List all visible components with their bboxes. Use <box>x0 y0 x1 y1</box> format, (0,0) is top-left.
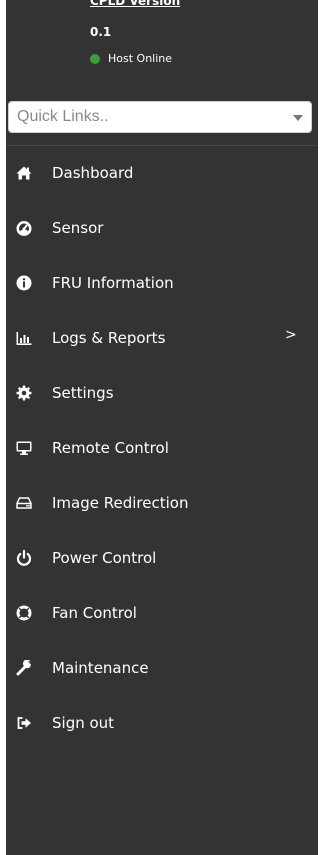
nav-item-fan-control[interactable]: Fan Control <box>6 585 318 640</box>
home-icon <box>16 165 32 181</box>
quick-links-placeholder: Quick Links.. <box>17 108 109 125</box>
nav-label: Logs & Reports <box>52 328 166 347</box>
drive-icon <box>16 495 32 511</box>
nav-item-fru-information[interactable]: FRU Information <box>6 255 318 310</box>
lifebuoy-icon <box>16 605 32 621</box>
caret-down-icon <box>293 115 303 121</box>
info-icon <box>16 275 32 291</box>
nav-item-dashboard[interactable]: Dashboard <box>6 145 318 200</box>
nav-item-settings[interactable]: Settings <box>6 365 318 420</box>
gauge-icon <box>16 220 32 236</box>
host-status-label: Host Online <box>108 52 173 65</box>
nav-label: Remote Control <box>52 438 169 457</box>
nav-item-remote-control[interactable]: Remote Control <box>6 420 318 475</box>
cpld-version-value: 0.1 <box>90 25 112 39</box>
chevron-right-icon: > <box>285 327 297 343</box>
nav-item-power-control[interactable]: Power Control <box>6 530 318 585</box>
nav-item-maintenance[interactable]: Maintenance <box>6 640 318 695</box>
nav-label: Sensor <box>52 218 104 237</box>
nav-label: Image Redirection <box>52 493 189 512</box>
quick-links-select[interactable]: Quick Links.. <box>8 101 312 133</box>
power-icon <box>16 549 32 566</box>
nav-label: Power Control <box>52 548 157 567</box>
nav-label: Maintenance <box>52 658 149 677</box>
monitor-icon <box>16 440 32 456</box>
nav-item-image-redirection[interactable]: Image Redirection <box>6 475 318 530</box>
cpld-version-link[interactable]: CPLD Version <box>90 0 180 8</box>
nav-label: FRU Information <box>52 273 174 292</box>
nav-label: Settings <box>52 383 114 402</box>
nav-label: Sign out <box>52 713 115 732</box>
status-dot-icon <box>90 53 100 64</box>
nav-label: Fan Control <box>52 603 137 622</box>
sign-out-icon <box>16 715 32 731</box>
nav-item-logs-reports[interactable]: Logs & Reports > <box>6 310 318 365</box>
gear-icon <box>16 385 32 401</box>
bar-chart-icon <box>16 330 32 346</box>
nav-item-sensor[interactable]: Sensor <box>6 200 318 255</box>
host-status: Host Online <box>90 52 172 65</box>
nav-label: Dashboard <box>52 163 134 182</box>
sidebar: CPLD Version 0.1 Host Online Quick Links… <box>6 0 318 855</box>
device-info: CPLD Version 0.1 Host Online <box>6 0 318 96</box>
nav-item-sign-out[interactable]: Sign out <box>6 695 318 750</box>
nav-menu: Dashboard Sensor FRU Information Logs & … <box>6 145 318 750</box>
wrench-icon <box>16 659 32 676</box>
